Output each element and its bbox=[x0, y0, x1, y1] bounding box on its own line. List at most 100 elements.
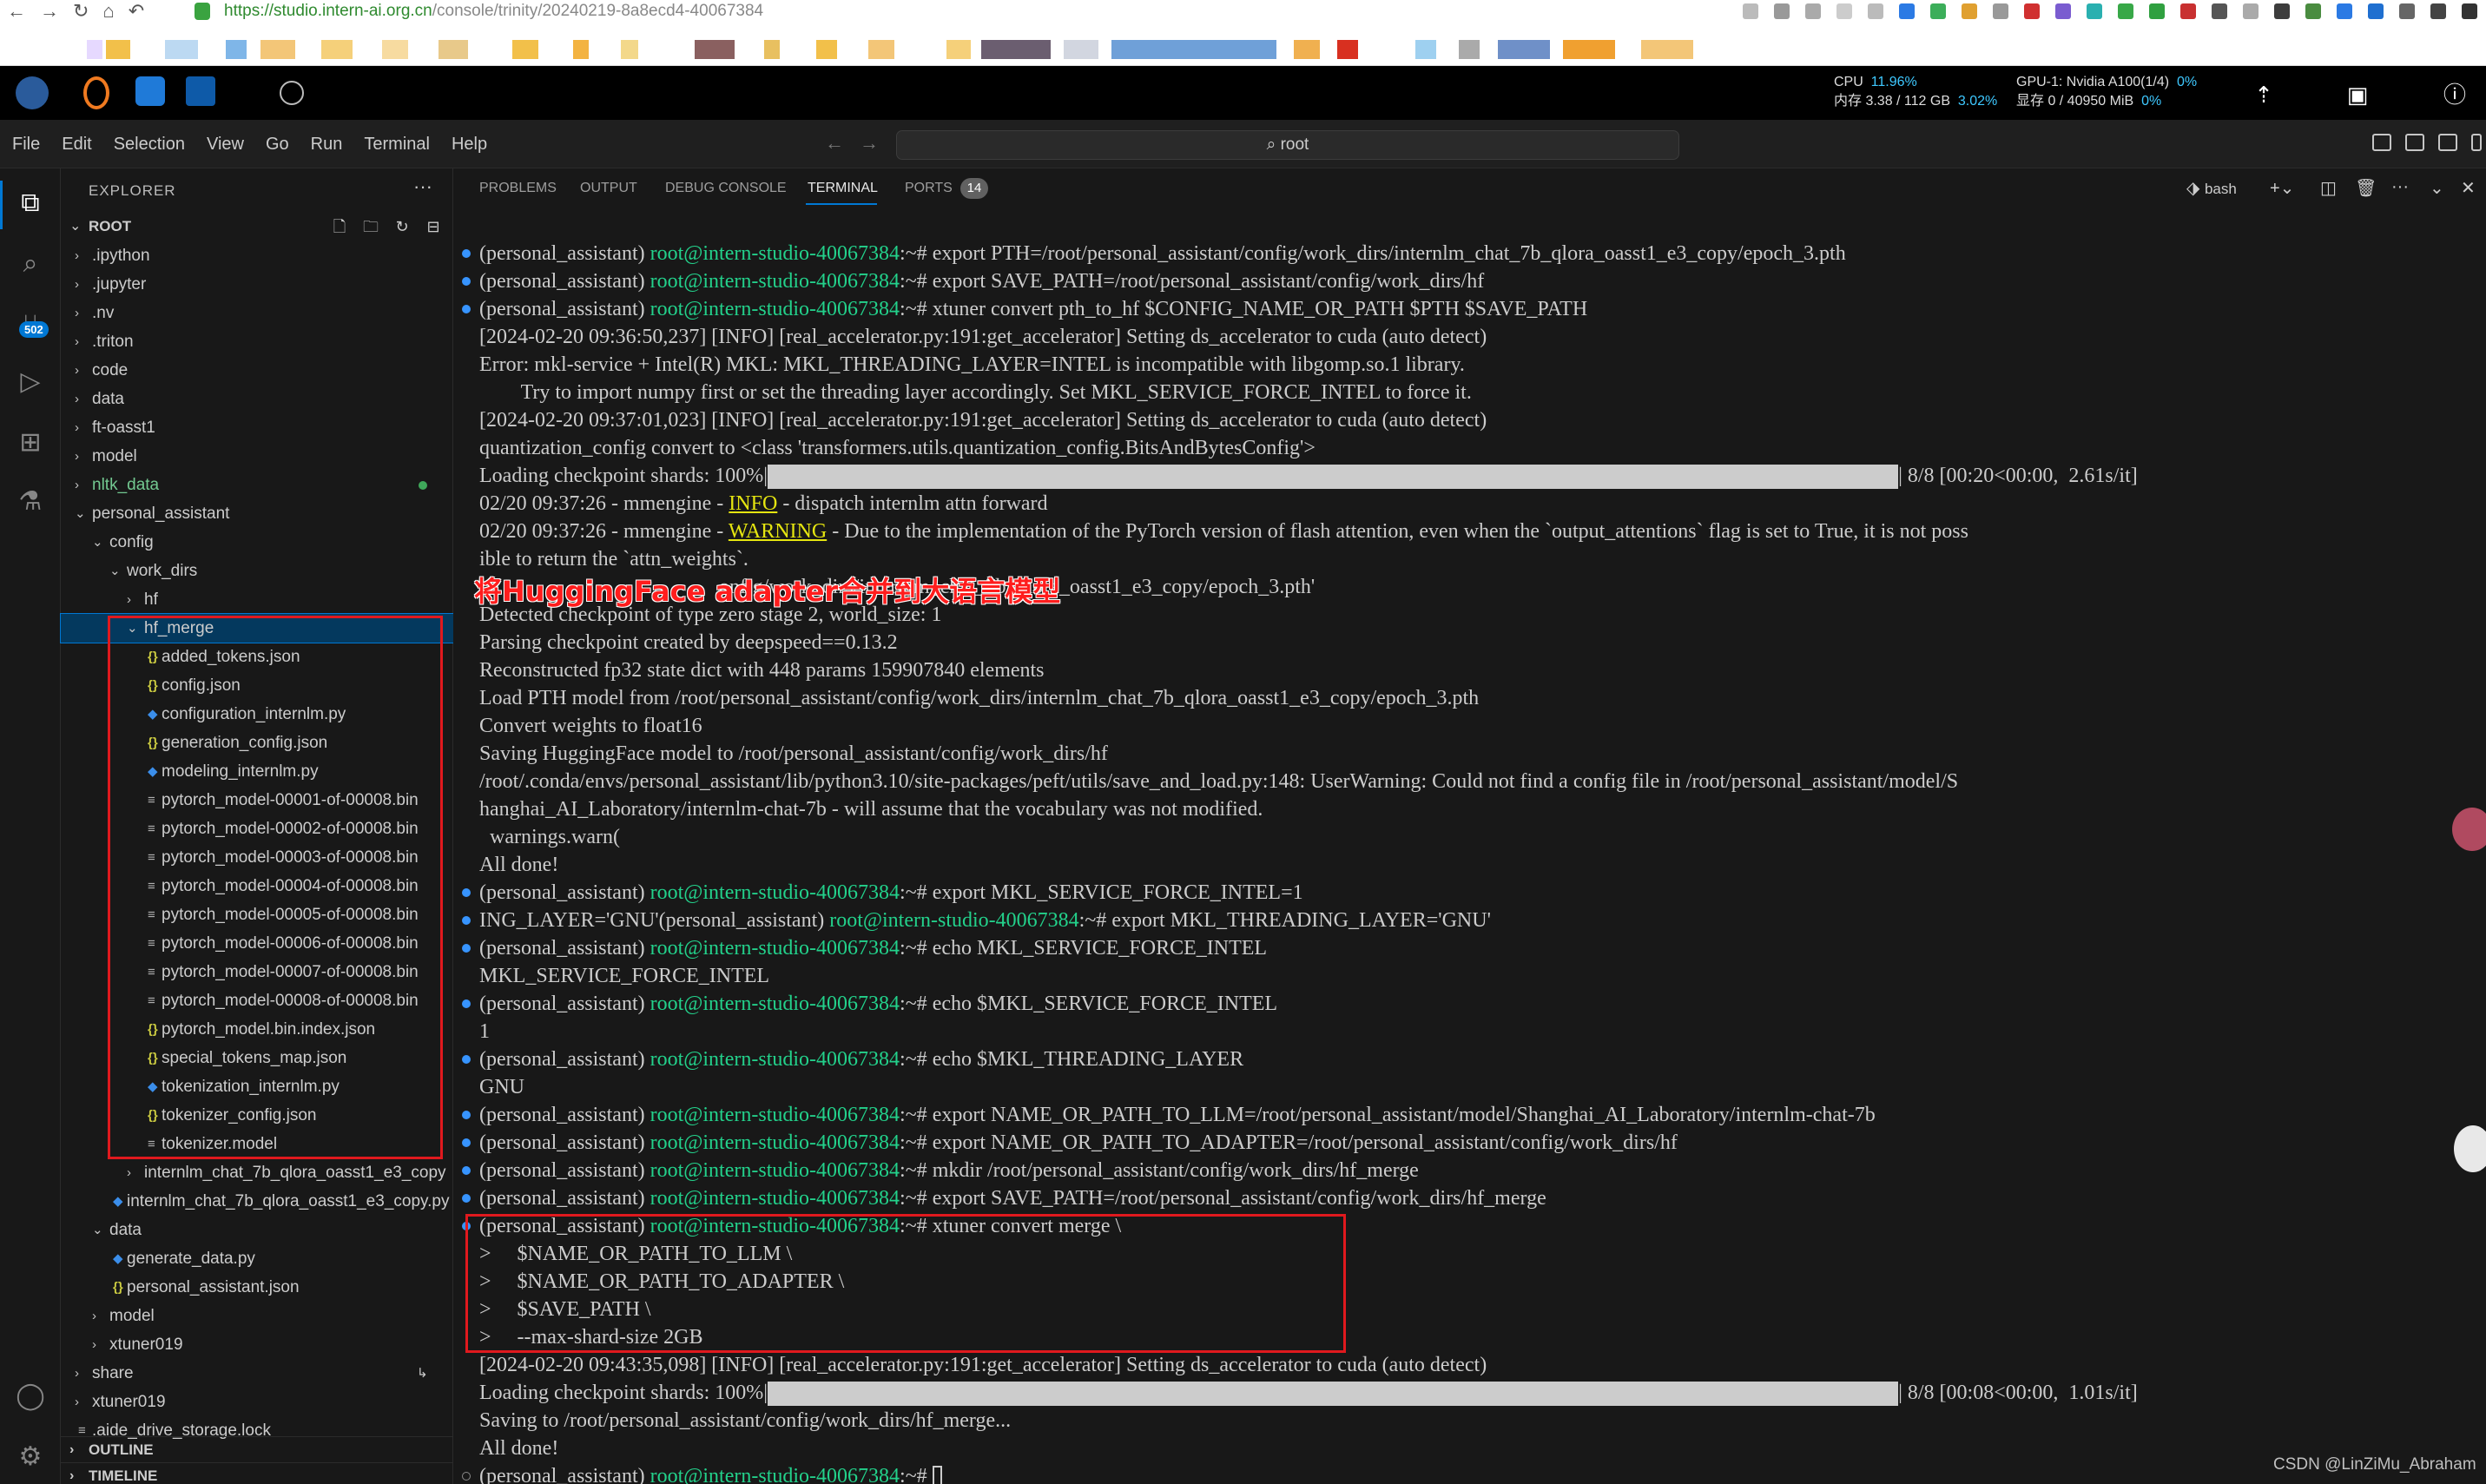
tree-folder[interactable]: ⌄ config bbox=[61, 528, 453, 557]
menu-item-view[interactable]: View bbox=[207, 135, 244, 155]
more-actions-icon[interactable]: ··· bbox=[2391, 177, 2409, 197]
tree-file[interactable]: ◆ internlm_chat_7b_qlora_oasst1_e3_copy.p… bbox=[61, 1187, 453, 1216]
customize-layout-icon[interactable] bbox=[2471, 134, 2482, 151]
extension-icon[interactable] bbox=[2149, 3, 2165, 19]
bookmark-item[interactable] bbox=[165, 40, 198, 59]
split-terminal-icon[interactable]: ◫ bbox=[2320, 177, 2337, 199]
search-icon[interactable]: ⌕ bbox=[15, 248, 46, 280]
image-settings-icon[interactable]: ▣ bbox=[2344, 82, 2371, 108]
menu-item-terminal[interactable]: Terminal bbox=[364, 135, 430, 155]
extension-icon[interactable] bbox=[1899, 3, 1915, 19]
menu-item-go[interactable]: Go bbox=[266, 135, 289, 155]
tree-folder[interactable]: › .jupyter bbox=[61, 270, 453, 299]
extension-icon[interactable] bbox=[1930, 3, 1946, 19]
tree-folder[interactable]: › hf bbox=[61, 585, 453, 614]
new-terminal-plus-icon[interactable]: +⌄ bbox=[2270, 177, 2294, 199]
extension-icon[interactable] bbox=[2399, 3, 2415, 19]
bookmark-item[interactable] bbox=[816, 40, 837, 59]
bookmark-item[interactable] bbox=[260, 40, 295, 59]
bookmark-item[interactable] bbox=[382, 40, 408, 59]
new-file-icon[interactable]: 🗋 bbox=[330, 217, 349, 236]
tree-folder[interactable]: › internlm_chat_7b_qlora_oasst1_e3_copy bbox=[61, 1158, 453, 1187]
timeline-section[interactable]: › TIMELINE bbox=[61, 1462, 453, 1484]
menu-item-help[interactable]: Help bbox=[452, 135, 487, 155]
bookmark-item[interactable] bbox=[981, 40, 1051, 59]
tree-folder[interactable]: ⌄ data bbox=[61, 1216, 453, 1244]
tree-folder[interactable]: › ft-oasst1 bbox=[61, 413, 453, 442]
tree-file[interactable]: ◆ generate_data.py bbox=[61, 1244, 453, 1273]
testing-flask-icon[interactable]: ⚗ bbox=[15, 486, 46, 518]
extension-icon[interactable] bbox=[2337, 3, 2352, 19]
bookmark-item[interactable] bbox=[439, 40, 468, 59]
bookmark-item[interactable] bbox=[321, 40, 353, 59]
bookmark-item[interactable] bbox=[1337, 40, 1358, 59]
extension-icon[interactable] bbox=[2118, 3, 2133, 19]
address-bar[interactable]: https://studio.intern-ai.org.cn/console/… bbox=[224, 0, 763, 23]
tree-folder[interactable]: › data bbox=[61, 385, 453, 413]
tab-terminal[interactable]: TERMINAL bbox=[808, 181, 878, 196]
studio-logo-icon[interactable] bbox=[16, 76, 49, 109]
vscode-web-icon[interactable] bbox=[135, 76, 165, 106]
accounts-icon[interactable]: ◯ bbox=[15, 1381, 46, 1412]
extension-icon[interactable] bbox=[2087, 3, 2102, 19]
bookmark-item[interactable] bbox=[868, 40, 894, 59]
bookmark-item[interactable] bbox=[695, 40, 735, 59]
bookmark-item[interactable] bbox=[621, 40, 638, 59]
bookmark-item[interactable] bbox=[1641, 40, 1693, 59]
explorer-files-icon[interactable]: ⧉ bbox=[15, 188, 46, 219]
kill-terminal-trash-icon[interactable]: 🗑 bbox=[2355, 177, 2377, 199]
bookmark-item[interactable] bbox=[1294, 40, 1320, 59]
bookmark-item[interactable] bbox=[512, 40, 538, 59]
star-icon[interactable] bbox=[1836, 3, 1852, 19]
extension-icon[interactable] bbox=[2212, 3, 2227, 19]
close-panel-icon[interactable]: ✕ bbox=[2461, 177, 2476, 199]
toggle-panel-icon[interactable] bbox=[2405, 134, 2424, 151]
bookmark-item[interactable] bbox=[1064, 40, 1098, 59]
menu-item-file[interactable]: File bbox=[12, 135, 40, 155]
jupyter-icon[interactable] bbox=[83, 76, 109, 109]
tree-folder[interactable]: › .ipython bbox=[61, 241, 453, 270]
menu-item-edit[interactable]: Edit bbox=[62, 135, 91, 155]
info-icon[interactable]: ⓘ bbox=[2442, 82, 2468, 108]
bookmark-item[interactable] bbox=[1459, 40, 1480, 59]
bookmark-item[interactable] bbox=[764, 40, 780, 59]
tree-folder[interactable]: › model bbox=[61, 442, 453, 471]
tree-folder[interactable]: › share ↳ bbox=[61, 1359, 453, 1388]
menu-item-selection[interactable]: Selection bbox=[114, 135, 185, 155]
extension-icon[interactable] bbox=[2430, 3, 2446, 19]
refresh-icon[interactable]: ↻ bbox=[392, 217, 412, 236]
extension-icon[interactable] bbox=[1993, 3, 2008, 19]
toggle-secondary-sidebar-icon[interactable] bbox=[2438, 134, 2457, 151]
tab-icon[interactable] bbox=[1743, 3, 1758, 19]
new-folder-icon[interactable]: 🗀 bbox=[361, 217, 380, 236]
tree-file[interactable]: {} personal_assistant.json bbox=[61, 1273, 453, 1302]
command-center[interactable]: ⌕ root bbox=[896, 130, 1679, 160]
extension-icon[interactable] bbox=[2305, 3, 2321, 19]
forward-arrow-icon[interactable]: → bbox=[40, 0, 59, 23]
tree-folder[interactable]: › xtuner019 bbox=[61, 1388, 453, 1416]
bookmark-item[interactable] bbox=[1111, 40, 1276, 59]
extension-icon[interactable] bbox=[2274, 3, 2290, 19]
compass-icon[interactable] bbox=[280, 81, 304, 105]
tree-folder[interactable]: › nltk_data bbox=[61, 471, 453, 499]
floating-assistant-icon[interactable] bbox=[2454, 1125, 2486, 1172]
reload-icon[interactable]: ↻ bbox=[73, 0, 89, 23]
extension-icon[interactable] bbox=[2055, 3, 2071, 19]
tab-debug-console[interactable]: DEBUG CONSOLE bbox=[665, 181, 787, 196]
maximize-panel-chevron-icon[interactable]: ⌄ bbox=[2430, 177, 2444, 199]
settings-gear-icon[interactable]: ⚙ bbox=[15, 1441, 46, 1473]
tree-folder[interactable]: › xtuner019 bbox=[61, 1330, 453, 1359]
tree-folder[interactable]: ⌄ work_dirs bbox=[61, 557, 453, 585]
menu-item-run[interactable]: Run bbox=[311, 135, 343, 155]
tree-folder[interactable]: › model bbox=[61, 1302, 453, 1330]
back-arrow-icon[interactable]: ← bbox=[7, 0, 26, 23]
tree-folder[interactable]: › .triton bbox=[61, 327, 453, 356]
more-actions-icon[interactable]: ··· bbox=[413, 175, 432, 198]
bookmark-item[interactable] bbox=[87, 40, 102, 59]
upload-icon[interactable]: ⇡ bbox=[2251, 82, 2277, 108]
floating-chat-icon[interactable] bbox=[2452, 808, 2486, 851]
terminal-shell-selector[interactable]: ⬗ bash bbox=[2186, 177, 2237, 199]
bookmark-item[interactable] bbox=[106, 40, 130, 59]
extensions-icon[interactable]: ⊞ bbox=[15, 427, 46, 458]
bookmark-item[interactable] bbox=[226, 40, 247, 59]
